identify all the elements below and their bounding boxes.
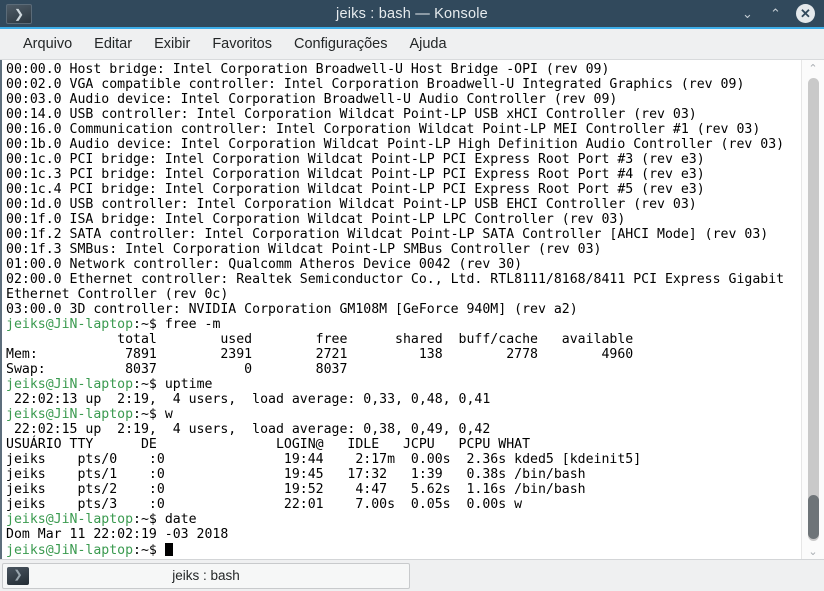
terminal-output-line: Ethernet Controller (rev 0c) [6,287,229,303]
terminal-icon: ❯ [6,3,32,24]
shell-prompt: jeiks@JiN-laptop [6,317,134,333]
menu-item-editar[interactable]: Editar [83,33,143,55]
terminal-output-line: 03:00.0 3D controller: NVIDIA Corporatio… [6,302,578,318]
terminal-icon: ❯ [7,566,29,585]
menu-item-configuracoes[interactable]: Configurações [283,33,399,55]
scroll-up-icon[interactable]: ⌃ [802,60,824,76]
terminal-output-line: 00:02.0 VGA compatible controller: Intel… [6,77,745,93]
command-text: uptime [164,377,213,393]
terminal-output-line: 01:00.0 Network controller: Qualcomm Ath… [6,257,523,273]
prompt-suffix: :~$ [133,542,165,558]
menu-item-exibir[interactable]: Exibir [143,33,201,55]
tab-jeiks-bash[interactable]: ❯ jeiks : bash [2,562,410,589]
maximize-icon[interactable]: ⌃ [768,7,783,20]
terminal-output-line: 00:03.0 Audio device: Intel Corporation … [6,92,618,108]
menu-item-ajuda[interactable]: Ajuda [398,33,457,55]
tabbar: ❯ jeiks : bash [0,559,824,591]
terminal-output-line: 22:02:15 up 2:19, 4 users, load average:… [6,422,491,438]
prompt-suffix: :~$ [133,317,165,333]
terminal-output-line: 00:1c.3 PCI bridge: Intel Corporation Wi… [6,167,705,183]
terminal-output-line: 00:16.0 Communication controller: Intel … [6,122,761,138]
terminal-output-line: 00:14.0 USB controller: Intel Corporatio… [6,107,697,123]
terminal-output-line: total used free shared buff/cache availa… [6,332,634,348]
terminal-command-line: jeiks@JiN-laptop:~$ w [6,407,801,422]
terminal-output[interactable]: 00:00.0 Host bridge: Intel Corporation B… [2,60,801,559]
terminal-output-line: Dom Mar 11 22:02:19 -03 2018 [6,527,229,543]
terminal-command-line: jeiks@JiN-laptop:~$ [6,542,801,558]
terminal-scrollbar[interactable]: ⌃ ⌄ [801,60,824,559]
scroll-down-icon[interactable]: ⌄ [802,543,824,559]
terminal-output-line: 00:1d.0 USB controller: Intel Corporatio… [6,197,697,213]
scrollbar-track[interactable] [807,78,819,541]
terminal-output-line: USUÁRIO TTY DE LOGIN@ IDLE JCPU PCPU WHA… [6,437,531,453]
terminal-output-line: jeiks pts/1 :0 19:45 17:32 1:39 0.38s /b… [6,467,586,483]
terminal-output-line: jeiks pts/0 :0 19:44 2:17m 0.00s 2.36s k… [6,452,642,468]
terminal-output-line: 00:00.0 Host bridge: Intel Corporation B… [6,62,610,77]
tab-label: jeiks : bash [172,568,240,583]
menu-item-arquivo[interactable]: Arquivo [12,33,83,55]
command-text: w [164,407,173,423]
terminal-output-line: 00:1b.0 Audio device: Intel Corporation … [6,137,785,153]
terminal-output-line: 00:1f.3 SMBus: Intel Corporation Wildcat… [6,242,602,258]
terminal-output-line: 00:1c.0 PCI bridge: Intel Corporation Wi… [6,152,705,168]
command-text: free -m [164,317,221,333]
close-icon[interactable]: ✕ [796,4,815,23]
terminal-output-line: 00:1f.2 SATA controller: Intel Corporati… [6,227,769,243]
minimize-icon[interactable]: ⌄ [740,7,755,20]
shell-prompt: jeiks@JiN-laptop [6,542,134,558]
terminal-output-line: Swap: 8037 0 8037 [6,362,348,378]
menubar: Arquivo Editar Exibir Favoritos Configur… [0,29,824,60]
terminal-output-line: jeiks pts/3 :0 22:01 7.00s 0.05s 0.00s w [6,497,523,513]
prompt-suffix: :~$ [133,407,165,423]
terminal-command-line: jeiks@JiN-laptop:~$ free -m [6,317,801,332]
command-text: date [164,512,197,528]
text-cursor [164,542,173,556]
terminal-output-line: 02:00.0 Ethernet controller: Realtek Sem… [6,272,785,288]
konsole-window: ❯ jeiks : bash — Konsole ⌄ ⌃ ✕ Arquivo E… [0,0,824,591]
window-title: jeiks : bash — Konsole [336,5,488,22]
titlebar: ❯ jeiks : bash — Konsole ⌄ ⌃ ✕ [0,0,824,29]
terminal-output-line: jeiks pts/2 :0 19:52 4:47 5.62s 1.16s /b… [6,482,586,498]
prompt-suffix: :~$ [133,512,165,528]
terminal-output-line: Mem: 7891 2391 2721 138 2778 4960 [6,347,634,363]
window-controls: ⌄ ⌃ ✕ [740,4,815,23]
terminal-output-line: 00:1c.4 PCI bridge: Intel Corporation Wi… [6,182,705,198]
shell-prompt: jeiks@JiN-laptop [6,512,134,528]
shell-prompt: jeiks@JiN-laptop [6,407,134,423]
menu-item-favoritos[interactable]: Favoritos [201,33,283,55]
terminal-area: 00:00.0 Host bridge: Intel Corporation B… [0,60,824,559]
terminal-command-line: jeiks@JiN-laptop:~$ uptime [6,377,801,392]
prompt-suffix: :~$ [133,377,165,393]
shell-prompt: jeiks@JiN-laptop [6,377,134,393]
scrollbar-thumb[interactable] [807,495,819,539]
terminal-output-line: 00:1f.0 ISA bridge: Intel Corporation Wi… [6,212,626,228]
terminal-output-line: 22:02:13 up 2:19, 4 users, load average:… [6,392,491,408]
terminal-command-line: jeiks@JiN-laptop:~$ date [6,512,801,527]
